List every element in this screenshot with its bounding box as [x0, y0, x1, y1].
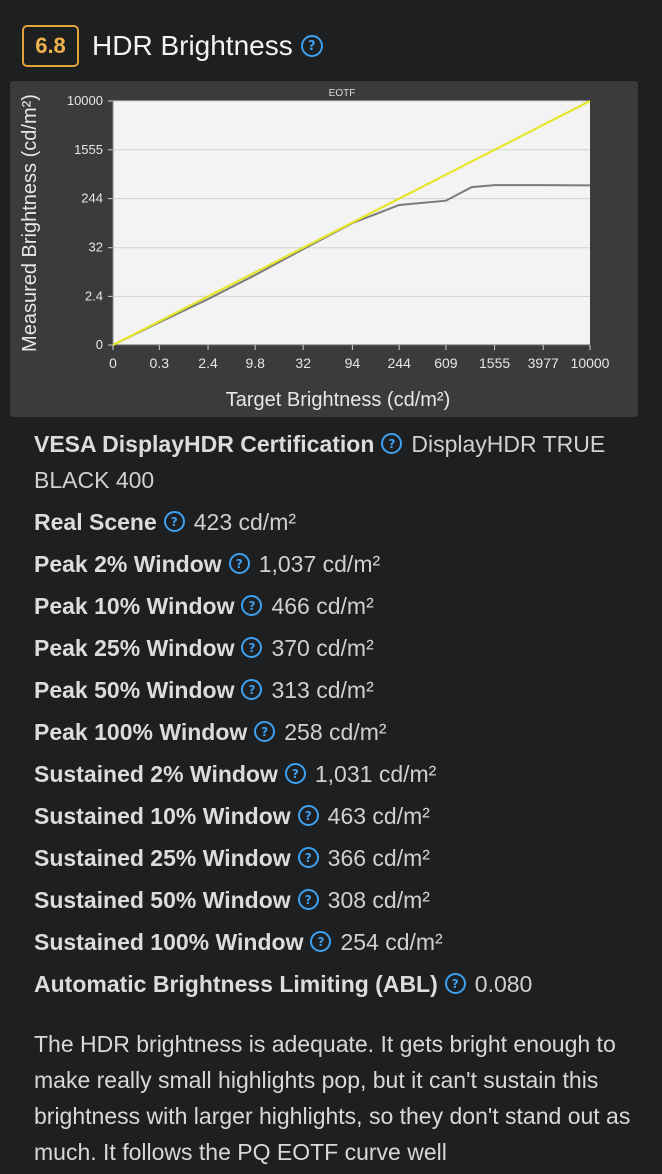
spec-label: Sustained 100% Window: [34, 929, 304, 955]
x-tick-label: 9.8: [245, 355, 265, 371]
spec-row: Peak 25% Window? 370 cd/m²: [34, 627, 634, 669]
help-icon[interactable]: ?: [297, 889, 319, 911]
section-header: 6.8 HDR Brightness ?: [22, 24, 323, 68]
section-title: HDR Brightness: [92, 30, 293, 61]
help-icon[interactable]: ?: [381, 433, 403, 455]
spec-row: Peak 2% Window? 1,037 cd/m²: [34, 543, 634, 585]
spec-value: 313 cd/m²: [271, 677, 374, 703]
specs-list: VESA DisplayHDR Certification? DisplayHDR…: [34, 425, 634, 1005]
spec-row: Automatic Brightness Limiting (ABL)? 0.08…: [34, 963, 634, 1005]
spec-label: Peak 2% Window: [34, 551, 222, 577]
spec-label: Peak 10% Window: [34, 593, 235, 619]
spec-row: VESA DisplayHDR Certification? DisplayHDR…: [34, 425, 634, 498]
help-icon[interactable]: ?: [444, 973, 466, 995]
help-icon[interactable]: ?: [241, 679, 263, 701]
spec-value: 463 cd/m²: [327, 803, 430, 829]
spec-value: 1,037 cd/m²: [258, 551, 381, 577]
spec-label: Real Scene: [34, 509, 157, 535]
spec-value: 1,031 cd/m²: [314, 761, 437, 787]
spec-label: Peak 25% Window: [34, 635, 235, 661]
spec-row: Sustained 100% Window? 254 cd/m²: [34, 921, 634, 963]
description-text: The HDR brightness is adequate. It gets …: [34, 1031, 631, 1165]
spec-row: Sustained 10% Window? 463 cd/m²: [34, 795, 634, 837]
x-tick-label: 10000: [571, 355, 610, 371]
spec-value: 258 cd/m²: [284, 719, 387, 745]
spec-label: VESA DisplayHDR Certification: [34, 431, 375, 457]
help-icon[interactable]: ?: [163, 511, 185, 533]
x-tick-label: 2.4: [198, 355, 218, 371]
spec-value: 308 cd/m²: [327, 887, 430, 913]
y-tick-label: 1555: [74, 142, 103, 157]
x-tick-label: 1555: [479, 355, 510, 371]
spec-value: 423 cd/m²: [193, 509, 297, 535]
spec-row: Sustained 25% Window? 366 cd/m²: [34, 837, 634, 879]
help-icon[interactable]: ?: [297, 847, 319, 869]
spec-row: Peak 10% Window? 466 cd/m²: [34, 585, 634, 627]
x-axis-label: Target Brightness (cd/m²): [226, 389, 451, 411]
spec-row: Sustained 2% Window? 1,031 cd/m²: [34, 753, 634, 795]
spec-row: Peak 50% Window? 313 cd/m²: [34, 669, 634, 711]
chart-title: EOTF: [329, 88, 356, 99]
x-tick-label: 3977: [528, 355, 559, 371]
help-icon[interactable]: ?: [310, 931, 332, 953]
y-tick-label: 2.4: [85, 288, 103, 303]
spec-value: 0.080: [474, 971, 533, 997]
help-icon[interactable]: ?: [300, 35, 323, 57]
x-tick-label: 244: [388, 355, 412, 371]
spec-label: Peak 50% Window: [34, 677, 235, 703]
score-badge: 6.8: [22, 25, 79, 67]
spec-value: 254 cd/m²: [340, 929, 443, 955]
spec-label: Sustained 25% Window: [34, 845, 291, 871]
x-tick-label: 32: [295, 355, 311, 371]
help-icon[interactable]: ?: [284, 763, 306, 785]
spec-value: 466 cd/m²: [271, 593, 374, 619]
x-tick-label: 0: [109, 355, 117, 371]
y-tick-label: 10000: [67, 93, 103, 108]
help-icon[interactable]: ?: [228, 553, 250, 575]
x-tick-label: 94: [345, 355, 361, 371]
spec-row: Peak 100% Window? 258 cd/m²: [34, 711, 634, 753]
x-tick-label: 609: [434, 355, 458, 371]
help-icon[interactable]: ?: [241, 595, 263, 617]
eotf-chart: EOTF Target Brightness (cd/m²) Measured …: [10, 81, 638, 417]
y-tick-label: 244: [81, 191, 103, 206]
spec-label: Sustained 50% Window: [34, 887, 291, 913]
help-icon[interactable]: ?: [241, 637, 263, 659]
spec-row: Sustained 50% Window? 308 cd/m²: [34, 879, 634, 921]
spec-value: 366 cd/m²: [327, 845, 430, 871]
x-tick-label: 0.3: [150, 355, 170, 371]
y-tick-label: 0: [96, 337, 103, 352]
help-icon[interactable]: ?: [297, 805, 319, 827]
help-icon[interactable]: ?: [254, 721, 276, 743]
spec-label: Sustained 2% Window: [34, 761, 278, 787]
spec-label: Automatic Brightness Limiting (ABL): [34, 971, 438, 997]
spec-value: 370 cd/m²: [271, 635, 374, 661]
eotf-chart-svg: EOTF Target Brightness (cd/m²) Measured …: [19, 88, 610, 411]
y-axis-label: Measured Brightness (cd/m²): [19, 94, 41, 352]
spec-label: Peak 100% Window: [34, 719, 248, 745]
y-tick-label: 32: [89, 240, 103, 255]
spec-row: Real Scene? 423 cd/m²: [34, 501, 634, 543]
spec-label: Sustained 10% Window: [34, 803, 291, 829]
